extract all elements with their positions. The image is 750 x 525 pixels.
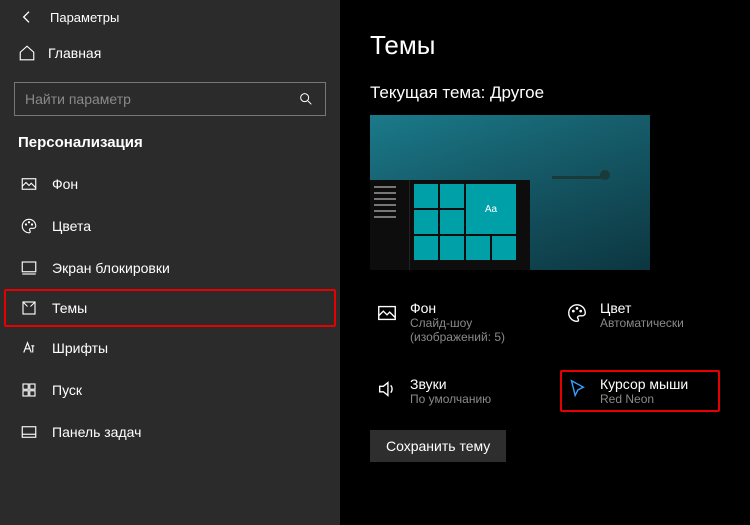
card-title: Цвет [600, 300, 684, 316]
search-input-container[interactable] [14, 82, 326, 116]
card-sub: По умолчанию [410, 392, 491, 406]
nav-item-background[interactable]: Фон [0, 163, 340, 205]
start-icon [20, 381, 38, 399]
current-theme-label: Текущая тема: Другое [370, 83, 720, 103]
page-title: Темы [370, 30, 720, 61]
home-nav[interactable]: Главная [0, 34, 340, 72]
nav-item-start[interactable]: Пуск [0, 369, 340, 411]
card-title: Курсор мыши [600, 376, 688, 392]
card-background[interactable]: Фон Слайд-шоу (изображений: 5) [370, 294, 530, 350]
nav-item-themes[interactable]: Темы [4, 289, 336, 327]
card-sub: Слайд-шоу (изображений: 5) [410, 316, 524, 344]
nav-item-label: Темы [52, 300, 87, 316]
fonts-icon [20, 339, 38, 357]
window-title: Параметры [50, 10, 119, 25]
home-icon [18, 44, 36, 62]
nav-item-label: Шрифты [52, 340, 108, 356]
back-icon[interactable] [18, 8, 36, 26]
palette-icon [20, 217, 38, 235]
save-theme-button[interactable]: Сохранить тему [370, 430, 506, 462]
palette-icon [566, 302, 588, 324]
nav-item-label: Цвета [52, 218, 91, 234]
card-title: Фон [410, 300, 524, 316]
nav-item-fonts[interactable]: Шрифты [0, 327, 340, 369]
card-sub: Red Neon [600, 392, 688, 406]
cursor-icon [566, 378, 588, 400]
themes-icon [20, 299, 38, 317]
nav-item-taskbar[interactable]: Панель задач [0, 411, 340, 453]
theme-preview: Aa [370, 115, 650, 270]
lockscreen-icon [20, 259, 38, 277]
search-input[interactable] [25, 91, 297, 107]
card-color[interactable]: Цвет Автоматически [560, 294, 720, 350]
nav-item-colors[interactable]: Цвета [0, 205, 340, 247]
picture-icon [20, 175, 38, 193]
nav-item-label: Фон [52, 176, 78, 192]
picture-icon [376, 302, 398, 324]
card-sub: Автоматически [600, 316, 684, 330]
nav-item-label: Панель задач [52, 424, 141, 440]
home-label: Главная [48, 45, 101, 61]
nav-item-label: Пуск [52, 382, 82, 398]
section-title: Персонализация [0, 130, 340, 163]
nav-item-lockscreen[interactable]: Экран блокировки [0, 247, 340, 289]
speaker-icon [376, 378, 398, 400]
nav-item-label: Экран блокировки [52, 260, 170, 276]
preview-tile-aa: Aa [466, 184, 516, 234]
card-title: Звуки [410, 376, 491, 392]
search-icon [297, 90, 315, 108]
taskbar-icon [20, 423, 38, 441]
card-cursor[interactable]: Курсор мыши Red Neon [560, 370, 720, 412]
card-sounds[interactable]: Звуки По умолчанию [370, 370, 530, 412]
